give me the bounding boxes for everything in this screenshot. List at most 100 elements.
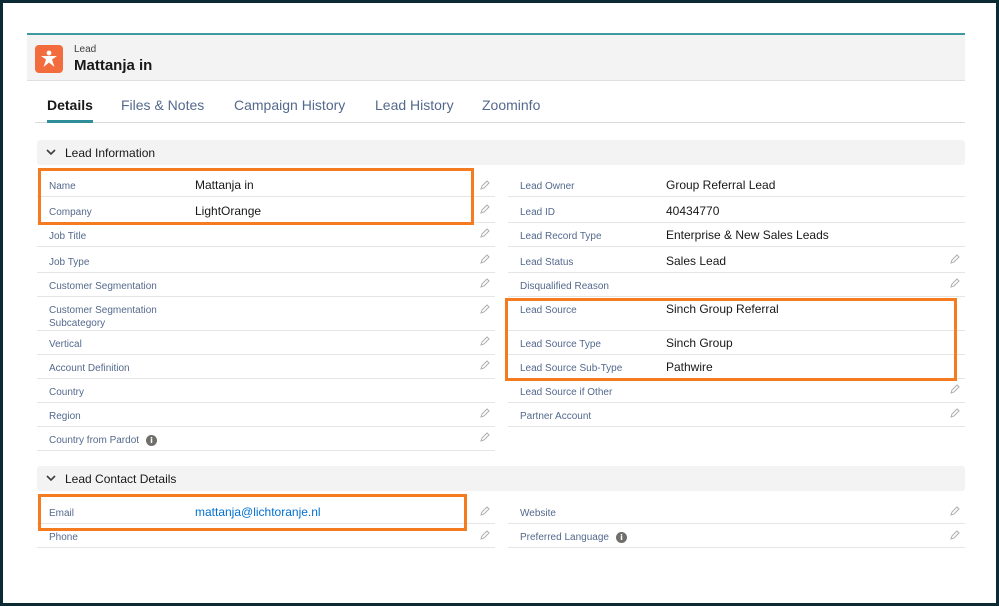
- edit-pencil-icon[interactable]: [479, 529, 491, 541]
- field-value: Enterprise & New Sales Leads: [666, 228, 829, 242]
- field-account-definition: Account Definition: [37, 356, 495, 379]
- field-customer-segmentation-subcategory: Customer Segmentation Subcategory: [37, 298, 495, 331]
- field-disqualified-reason: Disqualified Reason: [508, 274, 965, 297]
- edit-pencil-icon[interactable]: [479, 335, 491, 347]
- field-label: Name: [49, 181, 76, 192]
- field-phone: Phone: [37, 525, 495, 548]
- field-label: Job Title: [49, 231, 87, 242]
- field-label: Lead Status: [520, 257, 574, 268]
- field-name: Name Mattanja in: [37, 174, 495, 197]
- field-job-type: Job Type: [37, 250, 495, 273]
- field-website: Website: [508, 501, 965, 524]
- edit-pencil-icon[interactable]: [479, 407, 491, 419]
- field-label: Phone: [49, 532, 78, 543]
- field-country-from-pardot: Country from Pardot i: [37, 428, 495, 451]
- lead-record-card: Lead Mattanja in Details Files & Notes C…: [27, 33, 965, 593]
- field-lead-source: Lead Source Sinch Group Referral: [508, 298, 965, 331]
- section-title: Lead Contact Details: [65, 472, 177, 486]
- field-label: Lead Source Sub-Type: [520, 363, 623, 374]
- field-job-title: Job Title: [37, 224, 495, 247]
- field-value: Sales Lead: [666, 254, 727, 268]
- edit-pencil-icon[interactable]: [949, 277, 961, 289]
- edit-pencil-icon[interactable]: [949, 407, 961, 419]
- edit-pencil-icon[interactable]: [479, 253, 491, 265]
- field-preferred-language: Preferred Language i: [508, 525, 965, 548]
- edit-pencil-icon[interactable]: [479, 179, 491, 191]
- field-value: Mattanja in: [195, 178, 254, 192]
- field-region: Region: [37, 404, 495, 427]
- field-lead-source-sub-type: Lead Source Sub-Type Pathwire: [508, 356, 965, 379]
- field-label: Email: [49, 508, 75, 519]
- info-icon[interactable]: i: [615, 531, 627, 543]
- field-label: Country from Pardot i: [49, 434, 158, 447]
- field-value: 40434770: [666, 204, 720, 218]
- edit-pencil-icon[interactable]: [479, 203, 491, 215]
- field-email: Email mattanja@lichtoranje.nl: [37, 501, 495, 524]
- edit-pencil-icon[interactable]: [479, 277, 491, 289]
- field-country: Country: [37, 380, 495, 403]
- field-label: Partner Account: [520, 411, 592, 422]
- field-value: Sinch Group: [666, 336, 733, 350]
- edit-pencil-icon[interactable]: [949, 505, 961, 517]
- record-header: Lead Mattanja in: [27, 33, 965, 81]
- field-label: Customer Segmentation: [49, 281, 157, 292]
- field-label: Lead Record Type: [520, 231, 602, 242]
- field-company: Company LightOrange: [37, 200, 495, 223]
- field-label-text: Country from Pardot: [49, 435, 140, 446]
- section-title: Lead Information: [65, 146, 156, 160]
- field-label: Preferred Language i: [520, 531, 627, 544]
- field-customer-segmentation: Customer Segmentation: [37, 274, 495, 297]
- star-person-icon: [41, 50, 57, 67]
- edit-pencil-icon[interactable]: [479, 227, 491, 239]
- field-label: Company: [49, 207, 92, 218]
- edit-pencil-icon[interactable]: [479, 505, 491, 517]
- field-label: Job Type: [49, 257, 90, 268]
- field-label: Lead ID: [520, 207, 556, 218]
- edit-pencil-icon[interactable]: [949, 529, 961, 541]
- field-value: LightOrange: [195, 204, 262, 218]
- field-partner-account: Partner Account: [508, 404, 965, 427]
- edit-pencil-icon[interactable]: [479, 359, 491, 371]
- tab-lead-history[interactable]: Lead History: [375, 97, 454, 123]
- field-label: Account Definition: [49, 363, 130, 374]
- field-value[interactable]: Group Referral Lead: [666, 178, 775, 192]
- record-tabs: Details Files & Notes Campaign History L…: [35, 93, 965, 123]
- tab-campaign-history[interactable]: Campaign History: [234, 97, 345, 123]
- field-label-text: Preferred Language: [520, 532, 609, 543]
- lead-object-icon: [35, 45, 63, 73]
- field-value: Pathwire: [666, 360, 713, 374]
- field-label: Disqualified Reason: [520, 281, 609, 292]
- edit-pencil-icon[interactable]: [479, 303, 491, 315]
- tab-zoominfo[interactable]: Zoominfo: [482, 97, 540, 123]
- edit-pencil-icon[interactable]: [949, 253, 961, 265]
- field-lead-record-type: Lead Record Type Enterprise & New Sales …: [508, 224, 965, 247]
- section-lead-information[interactable]: Lead Information: [37, 140, 965, 165]
- tab-files-notes[interactable]: Files & Notes: [121, 97, 204, 123]
- field-label: Lead Source: [520, 305, 577, 316]
- page-title: Mattanja in: [74, 57, 153, 74]
- field-value: Sinch Group Referral: [666, 302, 779, 316]
- field-label: Customer Segmentation Subcategory: [49, 305, 157, 329]
- edit-pencil-icon[interactable]: [479, 431, 491, 443]
- field-lead-source-if-other: Lead Source if Other: [508, 380, 965, 403]
- field-label: Region: [49, 411, 81, 422]
- field-vertical: Vertical: [37, 332, 495, 355]
- chevron-down-icon: [46, 149, 56, 156]
- field-label: Lead Source if Other: [520, 387, 613, 398]
- screenshot-frame: Lead Mattanja in Details Files & Notes C…: [0, 0, 999, 606]
- section-lead-contact-details[interactable]: Lead Contact Details: [37, 466, 965, 491]
- field-label: Website: [520, 508, 556, 519]
- tab-details[interactable]: Details: [47, 97, 93, 123]
- edit-pencil-icon[interactable]: [949, 383, 961, 395]
- email-link[interactable]: mattanja@lichtoranje.nl: [195, 505, 321, 519]
- chevron-down-icon: [46, 475, 56, 482]
- field-label: Country: [49, 387, 85, 398]
- object-type-label: Lead: [74, 44, 97, 55]
- field-label: Vertical: [49, 339, 82, 350]
- field-label: Lead Source Type: [520, 339, 601, 350]
- info-icon[interactable]: i: [146, 434, 158, 446]
- field-label: Lead Owner: [520, 181, 575, 192]
- field-lead-source-type: Lead Source Type Sinch Group: [508, 332, 965, 355]
- field-lead-status: Lead Status Sales Lead: [508, 250, 965, 273]
- field-lead-owner: Lead Owner Group Referral Lead: [508, 174, 965, 197]
